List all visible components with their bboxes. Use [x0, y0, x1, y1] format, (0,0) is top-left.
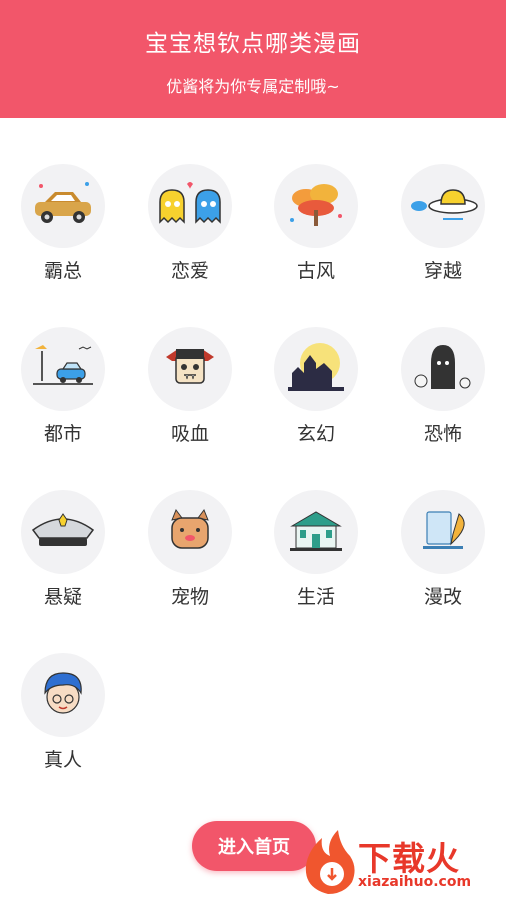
ghost-couple-icon: [148, 164, 232, 248]
category-item-chuanyue[interactable]: 穿越: [393, 164, 493, 304]
category-item-gufeng[interactable]: 古风: [266, 164, 366, 304]
ancient-tree-icon: [274, 164, 358, 248]
category-item-xuanhuan[interactable]: 玄幻: [266, 327, 366, 467]
category-item-xuanyi[interactable]: 悬疑: [13, 490, 113, 630]
watermark-brand: 下载火: [358, 839, 460, 878]
category-label: 古风: [296, 260, 335, 282]
grim-reaper-icon: [401, 327, 485, 411]
haunted-castle-icon: [274, 327, 358, 411]
flying-saucer-icon: [401, 164, 485, 248]
category-label: 生活: [296, 586, 335, 608]
category-item-shenghuo[interactable]: 生活: [266, 490, 366, 630]
pet-dog-icon: [148, 490, 232, 574]
watermark-logo: 下载火 xiazaihuo.com: [296, 820, 506, 900]
building-icon: [274, 490, 358, 574]
paper-quill-icon: [401, 490, 485, 574]
sports-car-icon: [21, 164, 105, 248]
category-item-kongbu[interactable]: 恐怖: [393, 327, 493, 467]
category-item-zhenren[interactable]: 真人: [13, 653, 113, 793]
police-cap-icon: [21, 490, 105, 574]
category-label: 穿越: [423, 260, 462, 282]
category-item-dushi[interactable]: 都市: [13, 327, 113, 467]
flame-logo-icon: [305, 830, 355, 894]
watermark-url: xiazaihuo.com: [358, 874, 472, 890]
category-label: 吸血: [170, 423, 209, 445]
vampire-icon: [148, 327, 232, 411]
category-label: 宠物: [170, 586, 209, 608]
category-item-xixue[interactable]: 吸血: [140, 327, 240, 467]
header: 宝宝想钦点哪类漫画 优酱将为你专属定制哦~: [0, 0, 506, 118]
city-car-icon: [21, 327, 105, 411]
person-face-icon: [21, 653, 105, 737]
category-item-lianai[interactable]: 恋爱: [140, 164, 240, 304]
category-item-mangai[interactable]: 漫改: [393, 490, 493, 630]
page-title: 宝宝想钦点哪类漫画: [145, 31, 361, 57]
page-subtitle: 优酱将为你专属定制哦~: [166, 77, 340, 96]
category-item-chongwu[interactable]: 宠物: [140, 490, 240, 630]
category-label: 恋爱: [170, 260, 209, 282]
category-label: 霸总: [43, 260, 82, 282]
category-label: 悬疑: [43, 586, 82, 608]
category-label: 真人: [43, 749, 82, 771]
category-label: 恐怖: [423, 423, 462, 445]
category-item-bazong[interactable]: 霸总: [13, 164, 113, 304]
category-label: 漫改: [423, 586, 462, 608]
category-label: 玄幻: [296, 423, 335, 445]
category-label: 都市: [43, 423, 82, 445]
